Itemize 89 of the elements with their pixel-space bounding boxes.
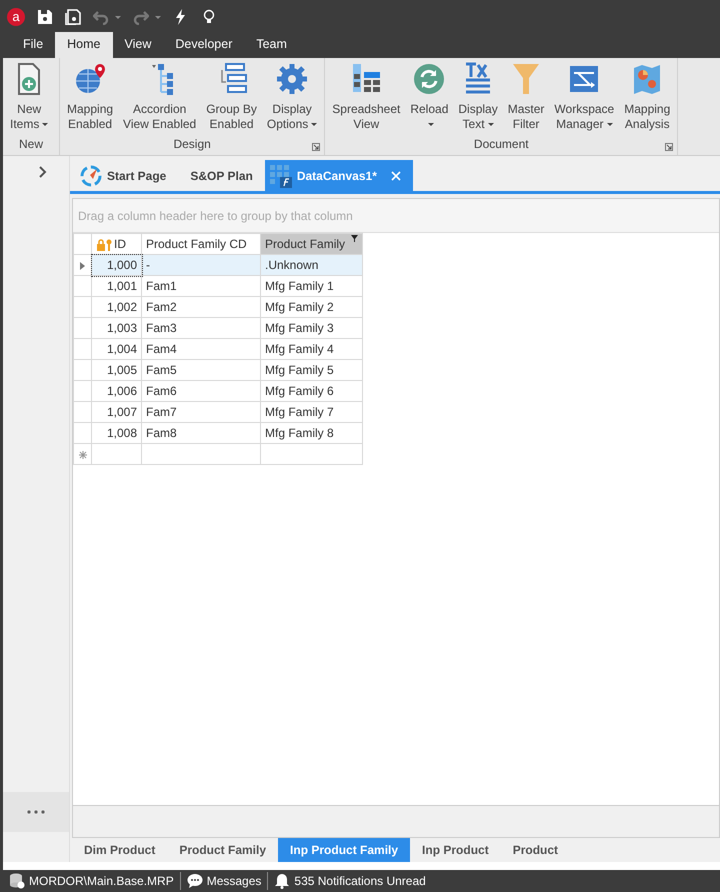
close-icon	[390, 170, 401, 180]
sheet-tab[interactable]: Product	[500, 838, 570, 862]
globe-pin-icon	[74, 62, 106, 96]
table-cell: 1,006	[92, 380, 142, 402]
menu-tab[interactable]: View	[112, 32, 164, 58]
ribbon-button[interactable]: Display Text	[453, 58, 503, 135]
sheet-tab[interactable]: Product Family	[167, 838, 278, 862]
table-cell: Fam7	[142, 402, 260, 422]
table-cell: 1,007	[92, 402, 142, 422]
menu-tab[interactable]: Home	[55, 32, 112, 58]
caret-icon	[42, 123, 48, 126]
group-by-hint: Drag a column header here to group by that column	[78, 208, 353, 224]
lightbulb-icon	[201, 9, 217, 25]
lock-key-icon	[96, 238, 114, 251]
table-cell: 1,001	[92, 276, 142, 296]
database-icon	[9, 873, 25, 889]
table-cell: .Unknown	[260, 254, 363, 276]
grid-function-icon	[268, 164, 293, 188]
table-cell: Fam3	[142, 318, 260, 338]
document-tab[interactable]: Start Page	[75, 160, 178, 191]
table-cell: Fam8	[142, 422, 260, 444]
table-cell: 1,003	[92, 318, 142, 338]
table-cell: Fam5	[142, 360, 260, 380]
save-button[interactable]	[37, 9, 53, 25]
refresh-icon	[413, 62, 446, 96]
sheet-tab[interactable]: Inp Product	[410, 838, 501, 862]
gear-icon	[276, 62, 308, 96]
table-cell: 1,005	[92, 360, 142, 380]
table-cell: -	[142, 254, 260, 276]
ribbon-button[interactable]: Workspace Manager	[549, 58, 620, 135]
table-cell: Fam1	[142, 276, 260, 296]
table-cell: 1,008	[92, 422, 142, 444]
app-logo: a	[7, 8, 25, 26]
menu-tab[interactable]: File	[11, 32, 56, 58]
table-cell: Mfg Family 6	[260, 380, 363, 402]
menu-tab[interactable]: Team	[244, 32, 299, 58]
ribbon-button[interactable]: Mapping Enabled	[62, 58, 118, 135]
table-cell: Mfg Family 2	[260, 296, 363, 318]
column-header[interactable]: Product Family	[260, 234, 363, 254]
caret-icon	[155, 16, 161, 18]
group-title: New	[19, 136, 44, 153]
lightbulb-button[interactable]	[201, 9, 217, 25]
menu-tab[interactable]: Developer	[163, 32, 244, 58]
save-icon	[37, 9, 53, 25]
table-cell: Fam4	[142, 338, 260, 360]
bell-icon	[274, 873, 290, 889]
compass-icon	[79, 164, 103, 188]
table-cell: 1,002	[92, 296, 142, 318]
document-tab[interactable]: S&OP Plan	[178, 160, 265, 191]
save-all-button[interactable]	[65, 9, 81, 25]
filter-icon	[351, 235, 358, 242]
table-cell: Fam2	[142, 296, 260, 318]
caret-icon	[488, 123, 494, 126]
redo-icon	[133, 9, 149, 25]
ribbon-button[interactable]: Spreadsheet View	[327, 58, 406, 135]
more-icon	[27, 810, 45, 814]
ribbon-button[interactable]: Mapping Analysis	[619, 58, 676, 135]
save-all-icon	[65, 9, 81, 25]
ribbon-button[interactable]: Display Options	[262, 58, 322, 135]
chevron-right-icon	[39, 166, 47, 178]
table-cell: 1,004	[92, 338, 142, 360]
table-cell: Mfg Family 4	[260, 338, 363, 360]
caret-icon	[311, 123, 318, 126]
table-cell: Mfg Family 8	[260, 422, 363, 444]
column-header[interactable]: ID	[92, 234, 142, 254]
chat-bubble-icon	[186, 873, 203, 889]
table-cell: Mfg Family 1	[260, 276, 363, 296]
ribbon-button[interactable]: Reload	[405, 58, 454, 135]
table-cell: Fam6	[142, 380, 260, 402]
ribbon-button[interactable]: Group By Enabled	[201, 58, 262, 135]
group-title: Design	[172, 136, 212, 153]
caret-icon	[115, 16, 121, 18]
table-cell: 1,000	[92, 254, 142, 276]
ribbon-button[interactable]: Accordion View Enabled	[118, 58, 202, 135]
group-title: Document	[472, 136, 530, 153]
caret-icon	[428, 123, 434, 126]
status-text: MORDOR\Main.Base.MRP	[29, 873, 174, 890]
status-text: Messages	[206, 873, 262, 890]
undo-icon	[93, 9, 109, 25]
caret-icon	[606, 123, 613, 126]
table-cell: Mfg Family 5	[260, 360, 363, 380]
table-cell: Mfg Family 7	[260, 402, 363, 422]
status-text: 535 Notifications Unread	[294, 873, 426, 890]
row-indicator-icon	[80, 262, 85, 270]
column-header[interactable]: Product Family CD	[142, 234, 260, 254]
ribbon-button[interactable]: Master Filter	[502, 58, 550, 135]
ribbon-button[interactable]: New Items	[5, 58, 54, 135]
table-cell: Mfg Family 3	[260, 318, 363, 338]
sheet-tab[interactable]: Dim Product	[72, 838, 168, 862]
